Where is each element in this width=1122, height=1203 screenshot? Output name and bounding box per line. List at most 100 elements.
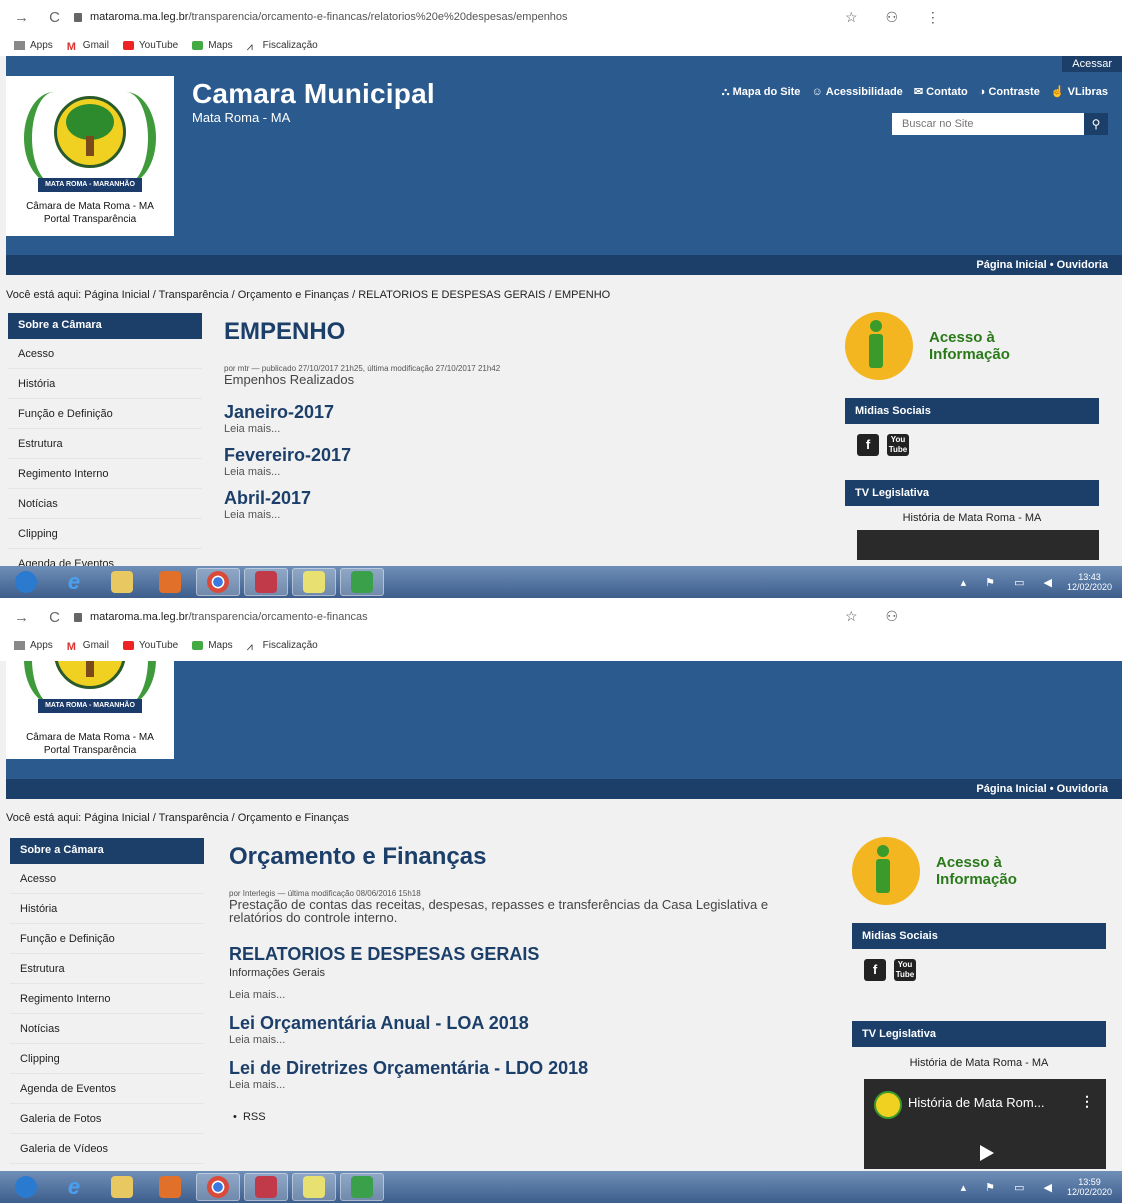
entry-subtitle: Informações Gerais (229, 967, 325, 979)
contact-link[interactable]: ✉ Contato (914, 86, 968, 98)
clock[interactable]: 13:43 12/02/2020 (1067, 572, 1112, 592)
sidebar-item-noticias[interactable]: Notícias (10, 1014, 204, 1044)
entry-title[interactable]: Abril-2017 (224, 488, 814, 509)
bookmark-apps[interactable]: Apps (14, 640, 53, 651)
entry-title[interactable]: RELATORIOS E DESPESAS GERAIS (229, 944, 819, 965)
sidebar-item-fotos[interactable]: Galeria de Fotos (10, 1104, 204, 1134)
explorer-icon[interactable] (100, 568, 144, 596)
read-more-link[interactable]: Leia mais... (229, 1079, 819, 1091)
facebook-icon[interactable]: f (857, 434, 879, 456)
site-logo[interactable]: MATA ROMA - MARANHÃO Câmara de Mata Roma… (6, 661, 174, 759)
sidebar-item-noticias[interactable]: Notícias (8, 489, 202, 519)
sitemap-link[interactable]: ⛬ Mapa do Site (722, 86, 801, 98)
video-player[interactable] (857, 530, 1099, 560)
facebook-icon[interactable]: f (864, 959, 886, 981)
read-more-link[interactable]: Leia mais... (224, 466, 814, 478)
system-tray-icons[interactable]: ▴ ⚑ ▭ ◀ (961, 1181, 1060, 1194)
sidebar-item-clipping[interactable]: Clipping (10, 1044, 204, 1074)
bookmark-apps[interactable]: Apps (14, 40, 53, 51)
sidebar-item-historia[interactable]: História (8, 369, 202, 399)
star-icon[interactable]: ☆ ⚇ ⋮ (845, 9, 1099, 26)
explorer-icon[interactable] (100, 1173, 144, 1201)
sidebar-item-regimento[interactable]: Regimento Interno (10, 984, 204, 1014)
acesso-informacao-banner[interactable]: Acesso à Informação (852, 835, 1106, 907)
media-icon[interactable] (148, 568, 192, 596)
bookmark-maps[interactable]: Maps (192, 40, 233, 51)
site-title[interactable]: Camara Municipal (192, 78, 435, 110)
snipping-icon[interactable] (244, 568, 288, 596)
fiscalizacao-icon: ⩘ (246, 640, 253, 653)
ie-icon[interactable]: e (52, 568, 96, 596)
entry-title[interactable]: Lei de Diretrizes Orçamentária - LDO 201… (229, 1058, 819, 1079)
site-logo[interactable]: MATA ROMA - MARANHÃO Câmara de Mata Roma… (6, 76, 174, 236)
sidebar-item-estrutura[interactable]: Estrutura (10, 954, 204, 984)
notes-icon[interactable] (292, 568, 336, 596)
bookmark-maps[interactable]: Maps (192, 640, 233, 651)
sidebar-item-clipping[interactable]: Clipping (8, 519, 202, 549)
url-field[interactable]: mataroma.ma.leg.br/transparencia/orcamen… (90, 11, 568, 23)
search-input[interactable] (892, 113, 1084, 135)
bookmark-fiscalizacao[interactable]: ⩘ Fiscalização (246, 640, 318, 653)
read-more-link[interactable]: Leia mais... (224, 423, 814, 435)
accessibility-link[interactable]: ☺ Acessibilidade (811, 86, 902, 98)
read-more-link[interactable]: Leia mais... (229, 1034, 819, 1046)
youtube-icon[interactable]: You Tube (894, 959, 916, 981)
gmail-icon: M (66, 640, 76, 653)
spreadsheet-icon[interactable] (340, 568, 384, 596)
sidebar-item-funcao[interactable]: Função e Definição (10, 924, 204, 954)
ie-icon[interactable]: e (52, 1173, 96, 1201)
contrast-link[interactable]: ◑ Contraste (979, 86, 1040, 98)
sidebar-item-acesso[interactable]: Acesso (10, 864, 204, 894)
sidebar-item-funcao[interactable]: Função e Definição (8, 399, 202, 429)
breadcrumb: Você está aqui: Página Inicial / Transpa… (6, 812, 350, 824)
notes-icon[interactable] (292, 1173, 336, 1201)
more-options-icon[interactable]: ⋮ (1080, 1093, 1094, 1110)
emblem-icon: MATA ROMA - MARANHÃO (20, 82, 160, 200)
vlibras-link[interactable]: ☝ VLibras (1051, 86, 1108, 98)
acessar-button[interactable]: Acessar (1062, 56, 1122, 72)
start-button[interactable] (4, 568, 48, 596)
clock[interactable]: 13:59 12/02/2020 (1067, 1177, 1112, 1197)
sidebar-item-historia[interactable]: História (10, 894, 204, 924)
apps-icon (14, 40, 25, 50)
acesso-informacao-banner[interactable]: Acesso à Informação (845, 310, 1099, 382)
play-icon[interactable] (980, 1145, 994, 1161)
bookmark-fiscalizacao[interactable]: ⩘ Fiscalização (247, 40, 318, 53)
bookmark-youtube[interactable]: YouTube (122, 640, 178, 651)
video-title[interactable]: História de Mata Rom... (908, 1095, 1045, 1110)
spreadsheet-icon[interactable] (340, 1173, 384, 1201)
sidebar-item-estrutura[interactable]: Estrutura (8, 429, 202, 459)
info-line2: Informação (936, 871, 1017, 888)
media-icon[interactable] (148, 1173, 192, 1201)
main-nav[interactable]: Página Inicial • Ouvidoria (6, 255, 1122, 275)
sidebar-item-videos[interactable]: Galeria de Vídeos (10, 1134, 204, 1164)
system-tray-icons[interactable]: ▴ ⚑ ▭ ◀ (961, 576, 1060, 589)
search-icon[interactable]: ⚲ (1084, 113, 1108, 135)
bookmark-gmail[interactable]: M Gmail (67, 40, 109, 53)
bookmark-gmail[interactable]: M Gmail (66, 640, 109, 653)
back-forward-reload[interactable]: → C (14, 609, 68, 626)
sidebar-item-acesso[interactable]: Acesso (8, 339, 202, 369)
star-icon[interactable]: ☆ ⚇ (845, 608, 1099, 625)
back-forward-reload[interactable]: → C (14, 9, 68, 26)
entry-title[interactable]: Janeiro-2017 (224, 402, 814, 423)
video-player[interactable]: História de Mata Rom... ⋮ (864, 1079, 1106, 1169)
info-line2: Informação (929, 346, 1010, 363)
main-nav[interactable]: Página Inicial • Ouvidoria (6, 779, 1122, 799)
entry-title[interactable]: Lei Orçamentária Anual - LOA 2018 (229, 1013, 819, 1034)
sidebar-item-regimento[interactable]: Regimento Interno (8, 459, 202, 489)
main-content: Orçamento e Finanças por Interlegis — úl… (229, 843, 819, 1123)
rss-link[interactable]: • RSS (229, 1111, 819, 1123)
start-button[interactable] (4, 1173, 48, 1201)
sidebar-item-agenda[interactable]: Agenda de Eventos (10, 1074, 204, 1104)
read-more-link[interactable]: Leia mais... (229, 989, 819, 1001)
chrome-icon[interactable] (196, 568, 240, 596)
snipping-icon[interactable] (244, 1173, 288, 1201)
bookmark-youtube[interactable]: YouTube (122, 40, 178, 51)
chrome-icon[interactable] (196, 1173, 240, 1201)
entry-title[interactable]: Fevereiro-2017 (224, 445, 814, 466)
url-field[interactable]: mataroma.ma.leg.br/transparencia/orcamen… (90, 611, 368, 623)
maps-icon (192, 640, 204, 650)
youtube-icon[interactable]: You Tube (887, 434, 909, 456)
read-more-link[interactable]: Leia mais... (224, 509, 814, 521)
